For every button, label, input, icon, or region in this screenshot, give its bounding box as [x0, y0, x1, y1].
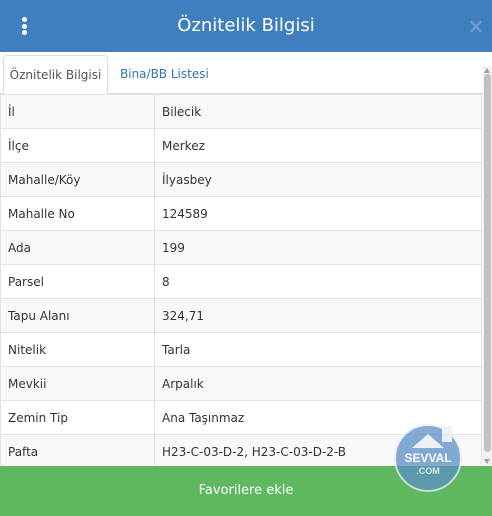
- tab-attribute-info[interactable]: Öznitelik Bilgisi: [3, 55, 108, 95]
- table-row: Pafta H23-C-03-D-2, H23-C-03-D-2-B: [0, 434, 482, 466]
- attribute-key: Zemin Tip: [0, 400, 155, 435]
- attribute-key: Nitelik: [0, 332, 155, 367]
- attribute-key: Tapu Alanı: [0, 298, 155, 333]
- attribute-key: Ada: [0, 230, 155, 265]
- attribute-value: Arpalık: [154, 366, 482, 401]
- page-title: Öznitelik Bilgisi: [177, 15, 315, 36]
- tab-building-list[interactable]: Bina/BB Listesi: [110, 55, 219, 95]
- table-row: İl Bilecik: [0, 94, 482, 129]
- attribute-value: Tarla: [154, 332, 482, 367]
- attribute-value: 199: [154, 230, 482, 265]
- attribute-table: İl Bilecik İlçe Merkez Mahalle/Köy İlyas…: [0, 94, 482, 466]
- table-row: Mevkii Arpalık: [0, 366, 482, 401]
- table-row: Parsel 8: [0, 264, 482, 299]
- tab-bar: Öznitelik Bilgisi Bina/BB Listesi: [0, 52, 492, 95]
- attribute-value: 324,71: [154, 298, 482, 333]
- attribute-value: 8: [154, 264, 482, 299]
- add-to-favorites-button[interactable]: Favorilere ekle: [0, 466, 492, 516]
- attribute-key: İlçe: [0, 128, 155, 163]
- close-icon[interactable]: ×: [466, 16, 486, 36]
- table-row: Mahalle/Köy İlyasbey: [0, 162, 482, 197]
- attribute-value: Merkez: [154, 128, 482, 163]
- attribute-key: İl: [0, 94, 155, 129]
- attribute-value: 124589: [154, 196, 482, 231]
- table-row: İlçe Merkez: [0, 128, 482, 163]
- attribute-value: Ana Taşınmaz: [154, 400, 482, 435]
- table-row: Ada 199: [0, 230, 482, 265]
- vertical-scrollbar[interactable]: [483, 66, 492, 466]
- attribute-key: Pafta: [0, 434, 155, 466]
- attribute-key: Parsel: [0, 264, 155, 299]
- attribute-key: Mahalle/Köy: [0, 162, 155, 197]
- table-row: Mahalle No 124589: [0, 196, 482, 231]
- table-row: Zemin Tip Ana Taşınmaz: [0, 400, 482, 435]
- attribute-value: Bilecik: [154, 94, 482, 129]
- attribute-value: İlyasbey: [154, 162, 482, 197]
- attribute-key: Mevkii: [0, 366, 155, 401]
- scroll-up-arrow-icon[interactable]: [484, 68, 490, 73]
- attribute-key: Mahalle No: [0, 196, 155, 231]
- table-row: Tapu Alanı 324,71: [0, 298, 482, 333]
- scroll-down-arrow-icon[interactable]: [484, 459, 490, 464]
- attribute-value: H23-C-03-D-2, H23-C-03-D-2-B: [154, 434, 482, 466]
- table-row: Nitelik Tarla: [0, 332, 482, 367]
- attribute-table-container: İl Bilecik İlçe Merkez Mahalle/Köy İlyas…: [0, 94, 482, 466]
- title-bar: Öznitelik Bilgisi ×: [0, 0, 492, 52]
- scrollbar-thumb[interactable]: [484, 74, 491, 452]
